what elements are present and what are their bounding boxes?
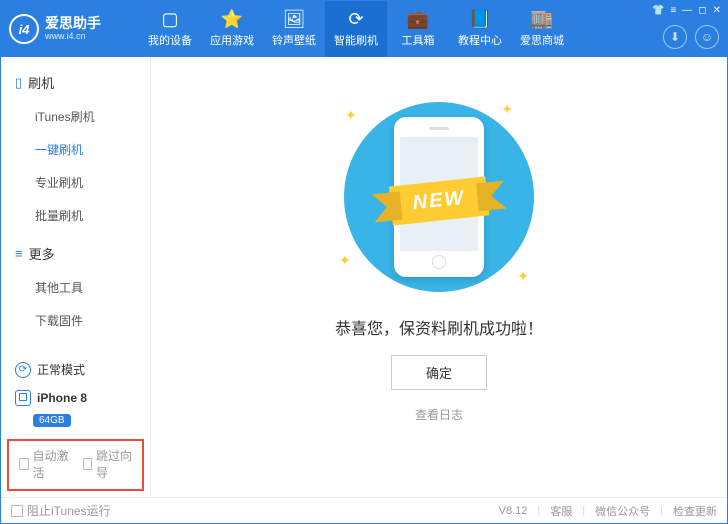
minimize-icon[interactable]: — [682,5,692,16]
sidebar-item[interactable]: iTunes刷机 [1,100,150,133]
wechat-link[interactable]: 微信公众号 [595,503,650,519]
sidebar-group-0[interactable]: ▯ 刷机 [1,67,150,98]
nav-item-6[interactable]: 🏬 爱思商城 [511,1,573,57]
main-content: NEW ✦ ✦ ✦ ✦ 恭喜您，保资料刷机成功啦！ 确定 查看日志 [151,57,727,497]
block-itunes-label: 阻止iTunes运行 [27,502,111,519]
sparkle-icon: ✦ [345,107,357,124]
logo-icon: i4 [9,14,39,44]
mode-label: 正常模式 [37,361,85,378]
nav-icon: ⭐ [221,10,243,28]
header: i4 爱思助手 www.i4.cn ▢ 我的设备 ⭐ 应用游戏 🖼 铃声壁纸 ⟳ 智能刷机 💼 工… [1,1,727,57]
sidebar-item[interactable]: 专业刷机 [1,166,150,199]
sparkle-icon: ✦ [501,101,513,118]
nav-item-5[interactable]: 📘 教程中心 [449,1,511,57]
view-log-link[interactable]: 查看日志 [415,406,463,423]
nav-icon: 🖼 [283,10,306,28]
brand-name: 爱思助手 [45,16,101,31]
sidebar: ▯ 刷机 iTunes刷机一键刷机专业刷机批量刷机 ≡ 更多其他工具下载固件高级功能 ⟳… [1,57,151,497]
nav-item-3[interactable]: ⟳ 智能刷机 [325,1,387,57]
phone-icon [15,390,31,406]
menu-icon[interactable]: ≡ [670,5,676,16]
group-icon: ≡ [15,246,23,261]
nav-item-0[interactable]: ▢ 我的设备 [139,1,201,57]
ok-button[interactable]: 确定 [391,355,487,390]
checkbox-icon [19,458,29,470]
close-icon[interactable]: ✕ [713,5,721,16]
nav-icon: 💼 [407,10,429,28]
nav-icon: 📘 [469,10,491,28]
maximize-icon[interactable]: ◻ [698,5,706,16]
check-update-link[interactable]: 检查更新 [673,503,717,519]
top-nav: ▢ 我的设备 ⭐ 应用游戏 🖼 铃声壁纸 ⟳ 智能刷机 💼 工具箱 📘 教程中心 🏬 爱思商城 [139,1,573,57]
options-row: 自动激活 跳过向导 [7,439,144,491]
skip-guide-checkbox[interactable]: 跳过向导 [83,447,133,481]
device-mode[interactable]: ⟳ 正常模式 [11,355,140,384]
support-link[interactable]: 客服 [550,503,572,519]
skin-icon[interactable]: 👕 [652,5,664,16]
nav-icon: ▢ [161,10,178,28]
sidebar-item[interactable]: 下载固件 [1,304,150,337]
sidebar-item[interactable]: 批量刷机 [1,199,150,232]
checkbox-icon [11,505,23,517]
download-button[interactable]: ⬇ [663,25,687,49]
sidebar-item[interactable]: 一键刷机 [1,133,150,166]
nav-label: 工具箱 [402,32,435,48]
checkbox-icon [83,458,93,470]
mode-icon: ⟳ [15,362,31,378]
nav-icon: ⟳ [348,10,363,28]
auto-activate-label: 自动激活 [33,447,69,481]
group-title: 更多 [29,244,55,263]
success-illustration: NEW ✦ ✦ ✦ ✦ [309,97,569,297]
sparkle-icon: ✦ [339,252,351,269]
auto-activate-checkbox[interactable]: 自动激活 [19,447,69,481]
version-label: V8.12 [499,505,528,517]
success-message: 恭喜您，保资料刷机成功啦！ [335,315,543,339]
nav-item-1[interactable]: ⭐ 应用游戏 [201,1,263,57]
logo: i4 爱思助手 www.i4.cn [9,14,139,44]
device-row[interactable]: iPhone 8 [11,384,140,412]
nav-label: 爱思商城 [520,32,564,48]
window-controls: 👕 ≡ — ◻ ✕ [652,5,721,16]
block-itunes-checkbox[interactable]: 阻止iTunes运行 [11,502,111,519]
nav-item-4[interactable]: 💼 工具箱 [387,1,449,57]
storage-badge: 64GB [33,414,71,427]
group-icon: ▯ [15,75,22,91]
sidebar-group-1[interactable]: ≡ 更多 [1,238,150,269]
user-button[interactable]: ☺ [695,25,719,49]
nav-item-2[interactable]: 🖼 铃声壁纸 [263,1,325,57]
sidebar-item[interactable]: 高级功能 [1,337,150,347]
nav-label: 铃声壁纸 [272,32,316,48]
nav-label: 智能刷机 [334,32,378,48]
device-name: iPhone 8 [37,391,87,405]
brand-url: www.i4.cn [45,32,101,42]
group-title: 刷机 [28,73,54,92]
nav-label: 我的设备 [148,32,192,48]
skip-guide-label: 跳过向导 [96,447,132,481]
status-bar: 阻止iTunes运行 V8.12 | 客服 | 微信公众号 | 检查更新 [1,497,727,523]
sidebar-item[interactable]: 其他工具 [1,271,150,304]
nav-label: 应用游戏 [210,32,254,48]
nav-label: 教程中心 [458,32,502,48]
sparkle-icon: ✦ [517,268,529,285]
nav-icon: 🏬 [531,10,553,28]
